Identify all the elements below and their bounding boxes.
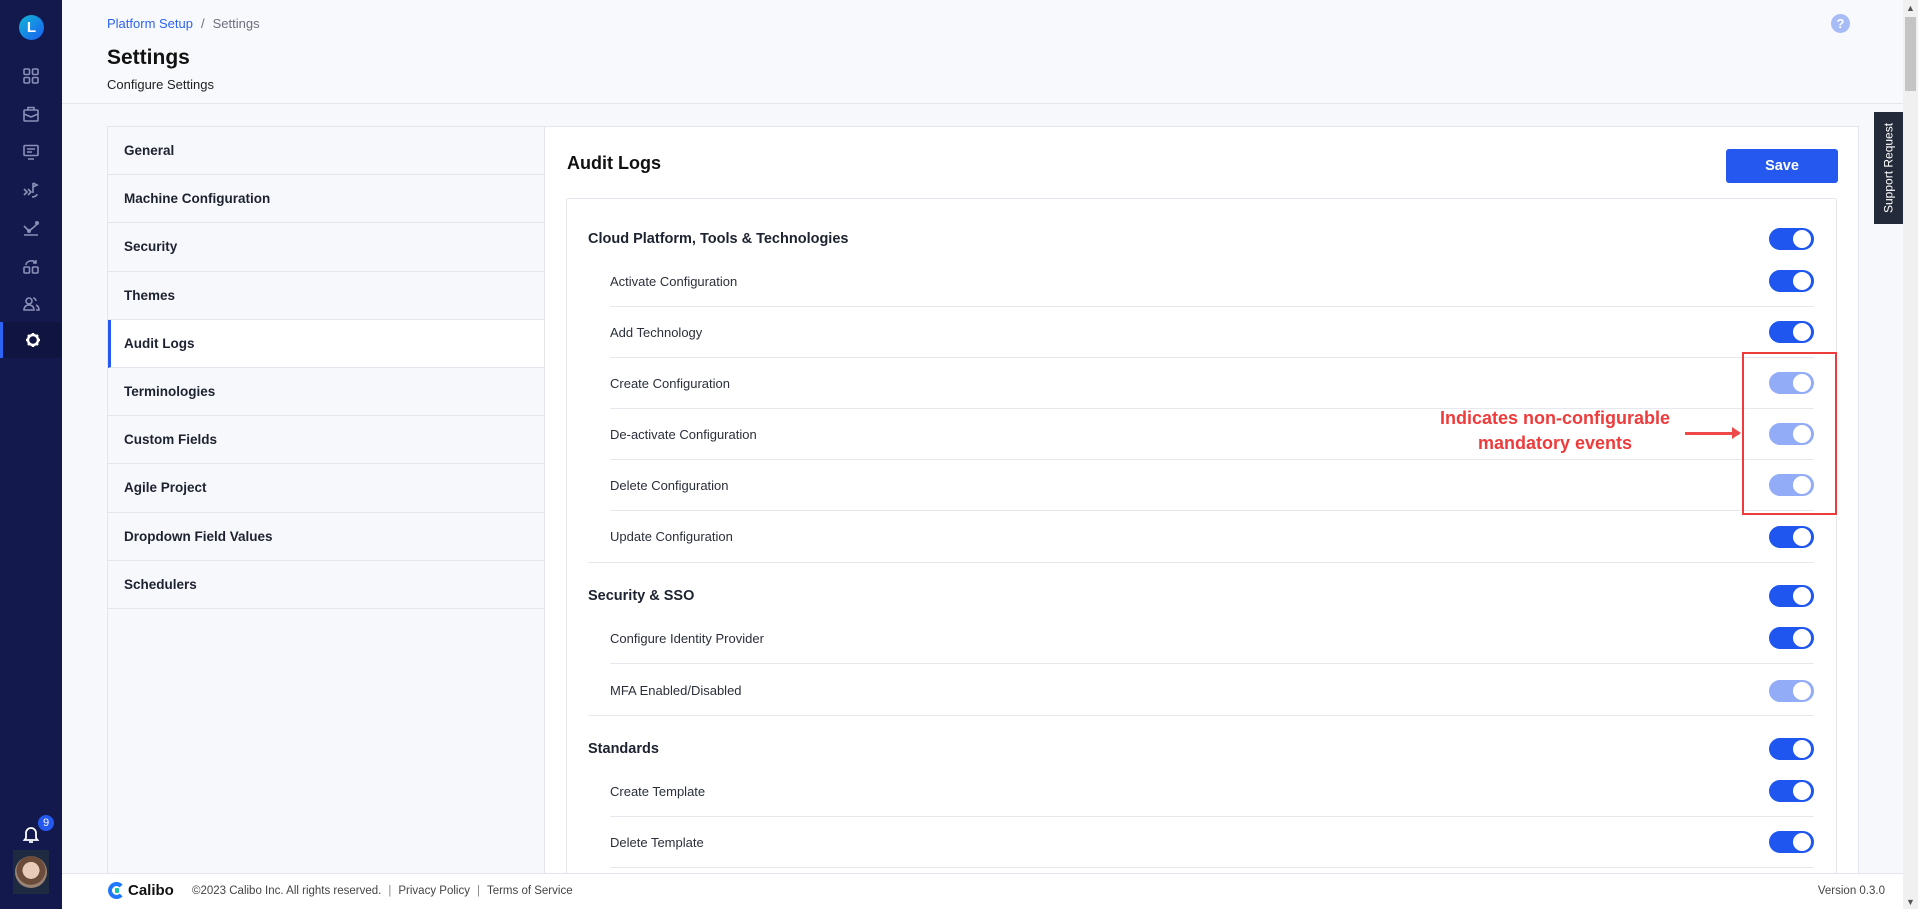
calibo-mark-icon: [108, 882, 125, 899]
nav-item-machine-configuration[interactable]: Machine Configuration: [108, 175, 544, 224]
event-row: Add Technology: [610, 307, 1814, 358]
copyright-text: ©2023 Calibo Inc. All rights reserved.: [192, 885, 382, 897]
event-toggle-mandatory: [1769, 679, 1814, 702]
annotation-arrow-icon: [1685, 427, 1741, 439]
scrollbar-thumb[interactable]: [1905, 17, 1916, 91]
annotation-highlight-box: [1742, 352, 1837, 515]
group-toggle[interactable]: [1769, 584, 1814, 607]
calibo-logo: Calibo: [108, 882, 174, 899]
breadcrumb-settings: Settings: [212, 16, 260, 31]
annotation-line-1: Indicates non-configurable: [1439, 408, 1671, 428]
nav-item-custom-fields[interactable]: Custom Fields: [108, 416, 544, 465]
event-toggle[interactable]: [1769, 270, 1814, 292]
support-request-tab[interactable]: Support Request: [1874, 112, 1903, 224]
event-toggle[interactable]: [1769, 321, 1814, 343]
annotation-text: Indicates non-configurable mandatory eve…: [1420, 406, 1690, 456]
help-icon[interactable]: ?: [1831, 14, 1850, 33]
save-button[interactable]: Save: [1726, 149, 1838, 183]
scroll-up-icon[interactable]: ▲: [1903, 0, 1918, 15]
event-label: MFA Enabled/Disabled: [610, 683, 742, 698]
privacy-policy-link[interactable]: Privacy Policy: [398, 885, 470, 897]
page-footer: Calibo ©2023 Calibo Inc. All rights rese…: [62, 873, 1903, 909]
event-toggle[interactable]: [1769, 627, 1814, 649]
group-label: Cloud Platform, Tools & Technologies: [588, 230, 849, 247]
page-subtitle: Configure Settings: [107, 77, 214, 92]
user-avatar[interactable]: [13, 850, 49, 894]
nav-item-agile-project[interactable]: Agile Project: [108, 464, 544, 513]
analytics-icon[interactable]: [0, 210, 62, 246]
footer-separator: |: [476, 885, 480, 897]
breadcrumb: Platform Setup / Settings: [107, 16, 260, 31]
event-row: Delete Template: [610, 817, 1814, 868]
event-label: Delete Configuration: [610, 477, 729, 493]
nav-item-audit-logs[interactable]: Audit Logs: [108, 319, 544, 368]
event-label: Configure Identity Provider: [610, 630, 764, 646]
event-label: Add Technology: [610, 324, 703, 340]
footer-links: ©2023 Calibo Inc. All rights reserved. | P…: [192, 885, 573, 897]
annotation-line-2: mandatory events: [1477, 433, 1633, 453]
group-toggle[interactable]: [1769, 227, 1814, 250]
nav-item-terminologies[interactable]: Terminologies: [108, 368, 544, 417]
page-title: Settings: [107, 46, 190, 69]
group-label: Standards: [588, 740, 659, 757]
event-label: Create Template: [610, 783, 706, 799]
notification-badge: 9: [38, 815, 54, 831]
audit-logs-panel: Audit Logs Save Cloud Platform, Tools & …: [545, 126, 1859, 898]
group-label: Security & SSO: [588, 587, 695, 604]
group-divider: [588, 562, 1814, 563]
page-scrollbar[interactable]: ▲ ▼: [1903, 0, 1918, 909]
event-label: De-activate Configuration: [610, 426, 757, 442]
event-row: Create Template: [610, 766, 1814, 817]
event-label: Update Configuration: [610, 529, 733, 544]
dashboard-icon[interactable]: [0, 58, 62, 94]
nav-item-dropdown-field-values[interactable]: Dropdown Field Values: [108, 513, 544, 561]
settings-icon[interactable]: [0, 322, 62, 358]
nav-item-security[interactable]: Security: [108, 223, 544, 272]
terms-of-service-link[interactable]: Terms of Service: [487, 885, 573, 897]
briefcase-icon[interactable]: [0, 96, 62, 132]
monitor-icon[interactable]: [0, 134, 62, 170]
brand-name: Calibo: [128, 882, 174, 899]
nav-item-schedulers[interactable]: Schedulers: [108, 561, 544, 609]
event-toggle[interactable]: [1769, 780, 1814, 802]
event-row: Update Configuration: [610, 511, 1814, 562]
section-title: Audit Logs: [567, 153, 661, 173]
event-row: Create Configuration: [610, 358, 1814, 409]
event-row: Delete Configuration: [610, 460, 1814, 511]
users-icon[interactable]: [0, 286, 62, 322]
nav-item-general[interactable]: General: [108, 127, 544, 176]
group-divider: [588, 715, 1814, 716]
avatar-image: [15, 856, 47, 888]
breadcrumb-platform-setup[interactable]: Platform Setup: [107, 16, 193, 31]
page-header: Platform Setup / Settings Settings Configu…: [62, 0, 1903, 104]
event-row: Configure Identity Provider: [610, 613, 1814, 664]
workflow-icon[interactable]: [0, 248, 62, 284]
event-row: MFA Enabled/Disabled: [610, 665, 1814, 716]
event-toggle[interactable]: [1769, 831, 1814, 853]
deploy-icon[interactable]: [0, 172, 62, 208]
nav-item-themes[interactable]: Themes: [108, 272, 544, 320]
left-rail: L 9: [0, 0, 62, 909]
app-logo[interactable]: L: [19, 15, 44, 40]
event-label: Create Configuration: [610, 375, 730, 391]
event-toggle[interactable]: [1769, 525, 1814, 548]
group-toggle[interactable]: [1769, 737, 1814, 760]
breadcrumb-separator: /: [201, 16, 205, 31]
settings-nav: General Machine Configuration Security T…: [107, 126, 545, 873]
version-label: Version 0.3.0: [1817, 885, 1885, 897]
event-row: Activate Configuration: [610, 256, 1814, 307]
audit-events-card: Cloud Platform, Tools & Technologies Act…: [566, 198, 1837, 898]
event-label: Delete Template: [610, 834, 704, 850]
event-label: Activate Configuration: [610, 273, 738, 289]
scroll-down-icon[interactable]: ▼: [1903, 894, 1918, 909]
footer-separator: |: [388, 885, 392, 897]
